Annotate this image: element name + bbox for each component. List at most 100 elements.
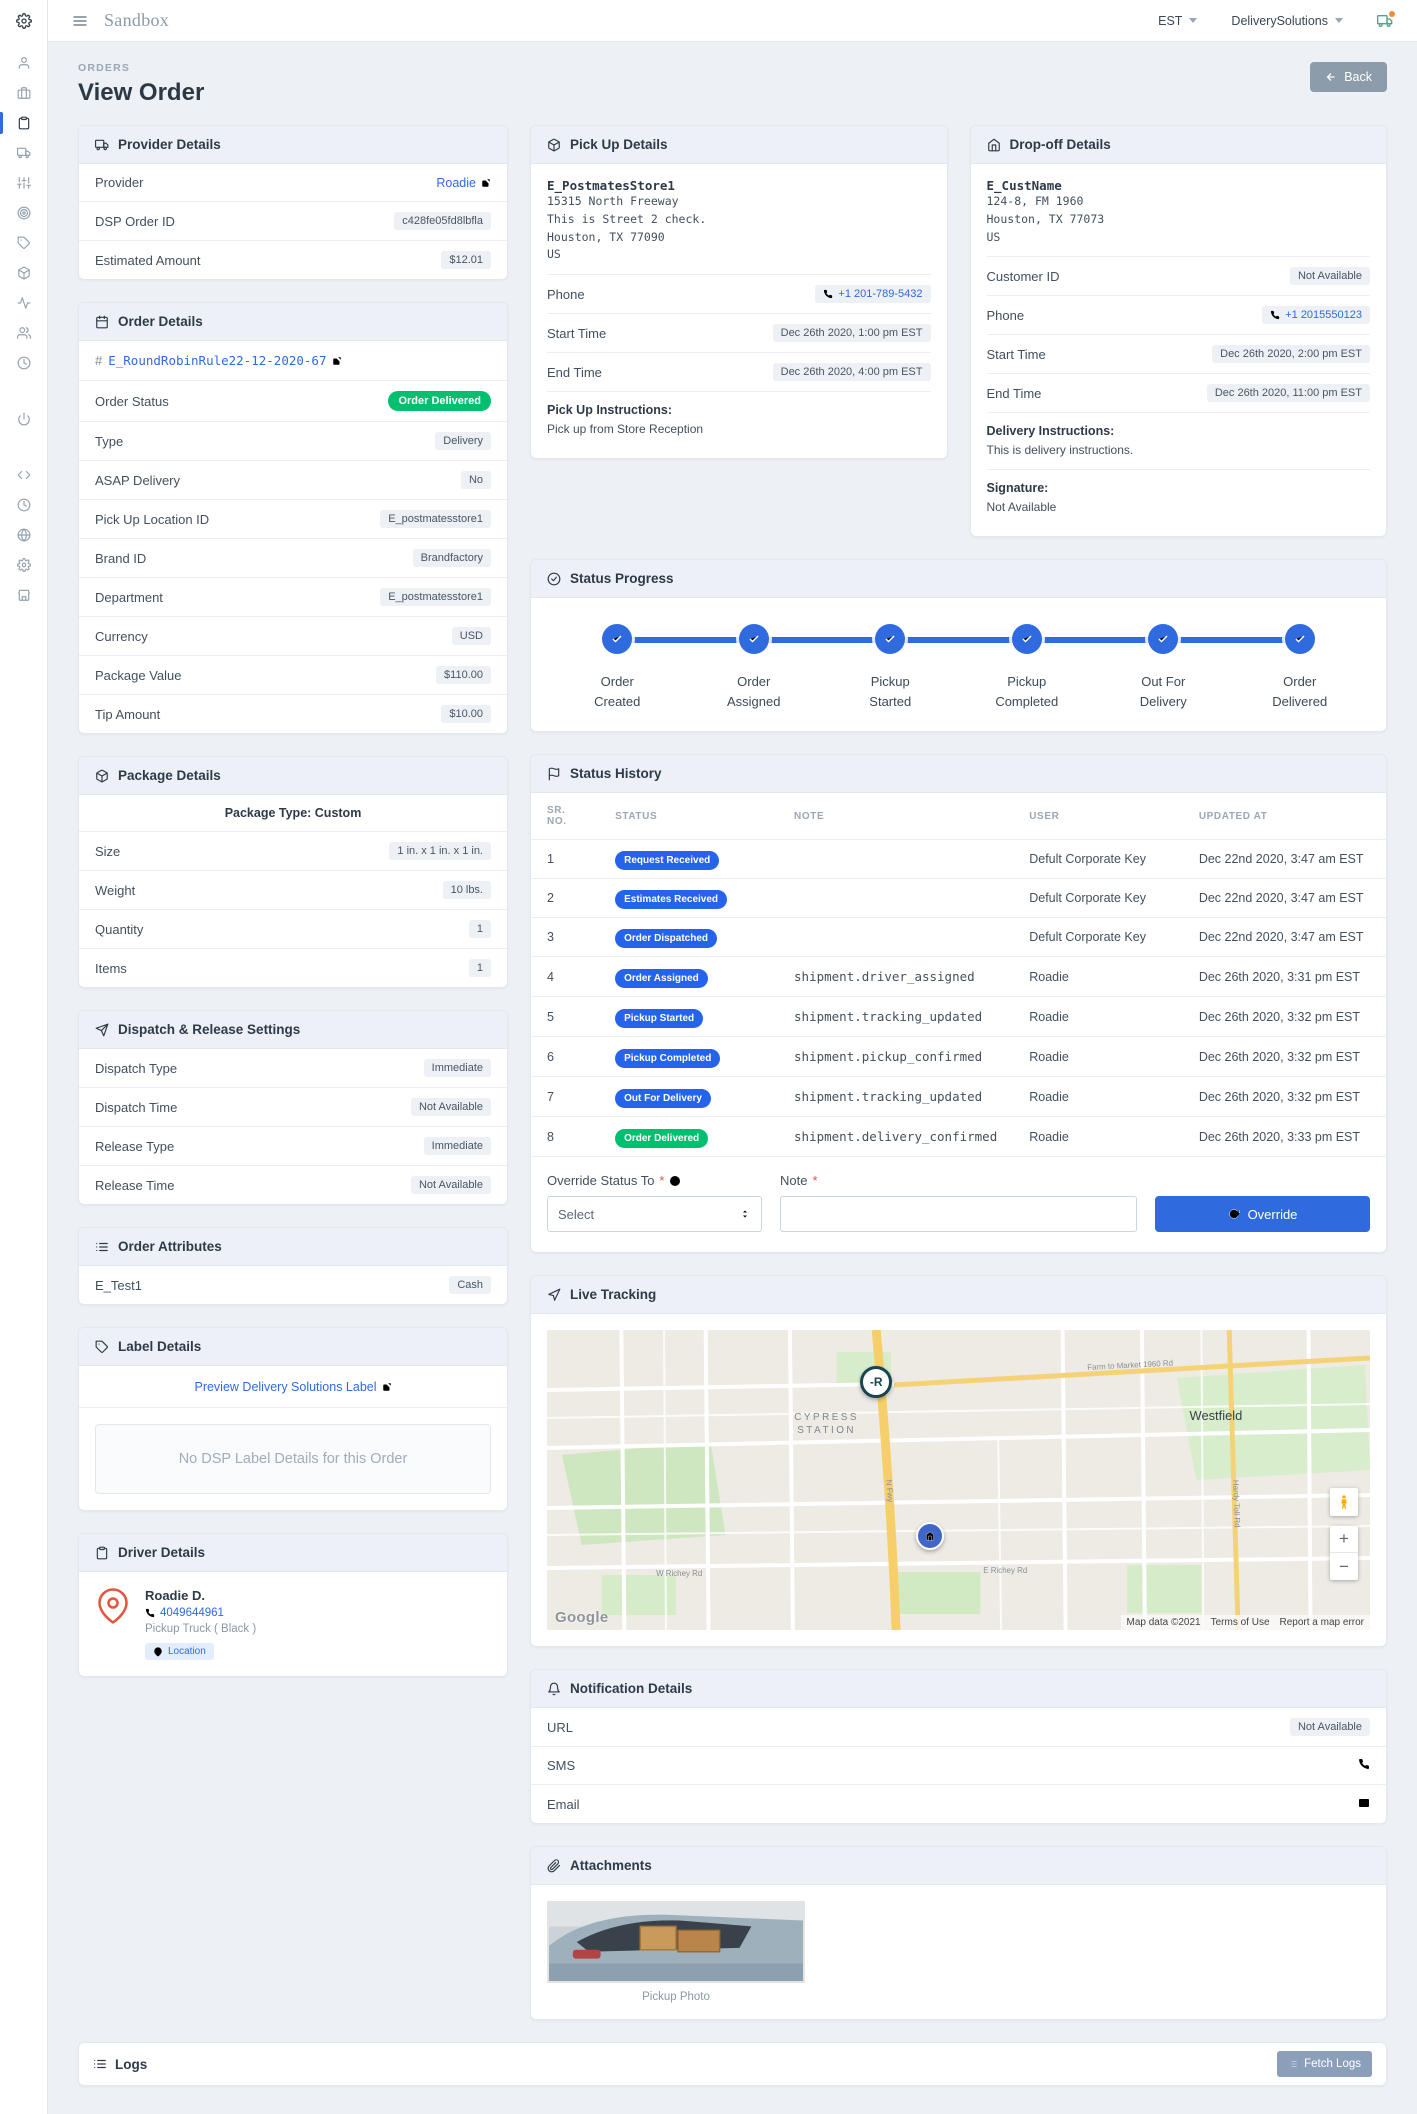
override-status-select[interactable]: Select: [547, 1196, 762, 1232]
card-header: Status History: [531, 755, 1386, 793]
label-preview-link[interactable]: Preview Delivery Solutions Label: [194, 1380, 391, 1394]
status-badge: Estimates Received: [615, 890, 727, 909]
detail-row: E_Test1Cash: [79, 1266, 507, 1304]
map-label-station: STATION: [797, 1425, 856, 1436]
sidebar-item-power[interactable]: [0, 404, 47, 434]
logo-dot: [1389, 11, 1395, 17]
info-icon[interactable]: [669, 1175, 681, 1187]
value-chip: Not Available: [1290, 267, 1370, 285]
brand-title: Sandbox: [104, 10, 169, 31]
value-chip: Brandfactory: [413, 549, 491, 567]
report-error-link[interactable]: Report a map error: [1280, 1617, 1364, 1628]
package-details-card: Package Details Package Type: Custom Siz…: [78, 756, 508, 988]
target-icon: [17, 206, 31, 220]
user-icon: [17, 56, 31, 70]
label-details-card: Label Details Preview Delivery Solutions…: [78, 1327, 508, 1511]
value-chip: 1: [469, 920, 491, 938]
sidebar-item-target[interactable]: [0, 198, 47, 228]
attachments-body: Pickup Photo: [531, 1885, 1386, 2019]
package-type-header: Package Type: Custom: [79, 795, 507, 832]
sidebar-item-history[interactable]: [0, 348, 47, 378]
sidebar-item-tags[interactable]: [0, 228, 47, 258]
gear-icon: [17, 558, 31, 572]
zoom-out-button[interactable]: −: [1330, 1553, 1358, 1580]
sidebar-item-user[interactable]: [0, 48, 47, 78]
progress-step: Out ForDelivery: [1095, 624, 1232, 711]
dropoff-address: E_CustName 124-8, FM 1960 Houston, TX 77…: [987, 178, 1371, 246]
detail-row: Quantity1: [79, 910, 507, 949]
sidebar-item-delivery[interactable]: [0, 138, 47, 168]
sidebar-item-activity[interactable]: [0, 288, 47, 318]
menu-toggle-button[interactable]: [72, 13, 88, 29]
terms-link[interactable]: Terms of Use: [1211, 1617, 1270, 1628]
detail-row: Release TimeNot Available: [79, 1166, 507, 1204]
value-chip: Not Available: [411, 1098, 491, 1116]
tracking-map[interactable]: CYPRESS STATION Westfield N Fwy Hardy To…: [547, 1330, 1370, 1630]
gear-logo-icon: [16, 13, 32, 29]
pegman-icon: [1336, 1494, 1352, 1510]
value-chip: $110.00: [436, 666, 491, 684]
value-chip: Delivery: [435, 432, 491, 450]
driver-text: Roadie D. 4049644961 Pickup Truck ( Blac…: [145, 1588, 256, 1660]
pickup-phone-link[interactable]: +1 201-789-5432: [815, 285, 930, 303]
sidebar-item-users[interactable]: [0, 318, 47, 348]
provider-link[interactable]: Roadie: [436, 176, 491, 190]
phone-icon: [145, 1608, 155, 1618]
sidebar-item-config[interactable]: [0, 550, 47, 580]
driver-phone-link[interactable]: 4049644961: [145, 1607, 256, 1619]
app-logo[interactable]: [0, 0, 47, 42]
org-dropdown[interactable]: DeliverySolutions: [1231, 14, 1343, 28]
map-label-town: Westfield: [1190, 1408, 1243, 1423]
pickup-body: E_PostmatesStore1 15315 North Freeway Th…: [531, 164, 947, 458]
dropoff-phone-link[interactable]: +1 2015550123: [1262, 306, 1370, 324]
timezone-dropdown[interactable]: EST: [1158, 14, 1197, 28]
order-id-row: # E_RoundRobinRule22-12-2020-67: [79, 341, 507, 381]
provider-details-card: Provider Details Provider Roadie DSP Ord…: [78, 125, 508, 280]
detail-row: Start TimeDec 26th 2020, 1:00 pm EST: [547, 313, 931, 352]
app-root: Sandbox EST DeliverySolutions ORDERS Vie…: [0, 0, 1417, 2114]
pickup-photo-thumbnail[interactable]: [547, 1901, 805, 1983]
breadcrumb: ORDERS: [78, 62, 204, 74]
right-column: Pick Up Details E_PostmatesStore1 15315 …: [530, 125, 1387, 2020]
detail-row: Dispatch TypeImmediate: [79, 1049, 507, 1088]
detail-row: URLNot Available: [531, 1708, 1386, 1747]
table-header-row: SR. NO. STATUS NOTE USER UPDATED AT: [531, 793, 1386, 840]
label-empty-state: No DSP Label Details for this Order: [95, 1424, 491, 1494]
pickup-address: E_PostmatesStore1 15315 North Freeway Th…: [547, 178, 931, 264]
briefcase-icon: [17, 86, 31, 100]
detail-row: Phone+1 2015550123: [987, 295, 1371, 334]
card-header: Provider Details: [79, 126, 507, 164]
driver-location-chip[interactable]: Location: [145, 1643, 214, 1660]
detail-row: Pick Up Location IDE_postmatesstore1: [79, 500, 507, 539]
sidebar-item-api[interactable]: [0, 460, 47, 490]
back-button[interactable]: Back: [1310, 62, 1387, 92]
order-id-link[interactable]: E_RoundRobinRule22-12-2020-67: [108, 353, 342, 368]
zoom-in-button[interactable]: +: [1330, 1526, 1358, 1553]
progress-steps: OrderCreated OrderAssigned PickupStarted…: [531, 598, 1386, 731]
sidebar-item-web[interactable]: [0, 520, 47, 550]
detail-row: CurrencyUSD: [79, 617, 507, 656]
sidebar-item-store[interactable]: [0, 580, 47, 610]
sidebar-item-packages[interactable]: [0, 258, 47, 288]
sidebar-item-orders[interactable]: [0, 108, 47, 138]
value-chip: USD: [452, 627, 491, 645]
map-attribution: Map data ©2021 Terms of Use Report a map…: [1121, 1615, 1370, 1630]
delivery-solutions-logo[interactable]: [1377, 13, 1393, 29]
package-icon: [17, 266, 31, 280]
status-badge: Order Delivered: [615, 1129, 708, 1148]
flag-icon: [547, 767, 561, 781]
pegman-control[interactable]: [1330, 1488, 1358, 1516]
sms-phone-icon[interactable]: [1358, 1758, 1370, 1773]
sidebar-item-business[interactable]: [0, 78, 47, 108]
email-icon[interactable]: [1358, 1797, 1370, 1812]
override-button[interactable]: Override: [1155, 1196, 1370, 1232]
override-note-input[interactable]: [780, 1196, 1137, 1232]
dropoff-map-marker[interactable]: [916, 1522, 944, 1550]
fetch-logs-button[interactable]: Fetch Logs: [1277, 2051, 1372, 2077]
table-row: 1Request ReceivedDefult Corporate KeyDec…: [531, 840, 1386, 879]
sidebar-item-settings-sliders[interactable]: [0, 168, 47, 198]
sidebar-item-logs[interactable]: [0, 490, 47, 520]
detail-row: End TimeDec 26th 2020, 11:00 pm EST: [987, 373, 1371, 412]
page-title: View Order: [78, 79, 204, 107]
paperclip-icon: [547, 1859, 561, 1873]
